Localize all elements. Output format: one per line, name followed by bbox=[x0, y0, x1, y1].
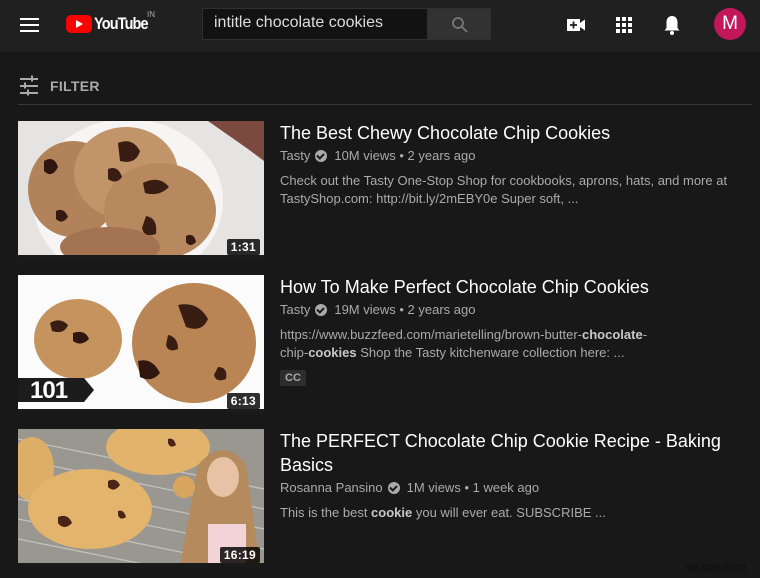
upload-age: 1 week ago bbox=[472, 480, 540, 495]
channel-name[interactable]: Tasty bbox=[280, 302, 310, 317]
description-line: https://www.buzzfeed.com/marietelling/br… bbox=[280, 327, 648, 342]
video-meta: Tasty 10M views • 2 years ago bbox=[280, 148, 750, 163]
video-duration: 1:31 bbox=[226, 239, 260, 255]
video-meta: Tasty 19M views • 2 years ago bbox=[280, 302, 750, 317]
video-thumbnail[interactable]: 101 6:13 bbox=[18, 275, 264, 413]
channel-name[interactable]: Rosanna Pansino bbox=[280, 480, 383, 495]
account-avatar[interactable]: M bbox=[714, 8, 746, 40]
description-line: chip-cookies Shop the Tasty kitchenware … bbox=[280, 345, 625, 360]
video-info: How To Make Perfect Chocolate Chip Cooki… bbox=[280, 275, 750, 386]
watermark: wsxdn.com bbox=[685, 560, 746, 574]
video-title[interactable]: The PERFECT Chocolate Chip Cookie Recipe… bbox=[280, 429, 750, 477]
verified-check-icon bbox=[315, 303, 328, 316]
upload-age: 2 years ago bbox=[407, 302, 476, 317]
description-line: This is the best cookie you will ever ea… bbox=[280, 505, 606, 520]
video-description: Check out the Tasty One-Stop Shop for co… bbox=[280, 172, 750, 208]
series-overlay-text: 101 bbox=[30, 377, 68, 404]
video-duration: 6:13 bbox=[226, 393, 260, 409]
masthead: YouTube IN intitle chocolate cookies M bbox=[0, 0, 760, 52]
logo-country-code: IN bbox=[147, 10, 155, 19]
upload-age: 2 years ago bbox=[407, 148, 476, 163]
search-button[interactable] bbox=[427, 8, 491, 40]
youtube-logo[interactable]: YouTube IN bbox=[66, 10, 157, 35]
channel-name[interactable]: Tasty bbox=[280, 148, 310, 163]
meta-separator: • bbox=[395, 302, 408, 317]
meta-separator: • bbox=[395, 148, 408, 163]
video-info: The PERFECT Chocolate Chip Cookie Recipe… bbox=[280, 429, 750, 522]
video-title[interactable]: How To Make Perfect Chocolate Chip Cooki… bbox=[280, 275, 750, 299]
divider bbox=[18, 104, 752, 105]
search-input[interactable]: intitle chocolate cookies bbox=[202, 8, 427, 40]
menu-icon[interactable] bbox=[20, 15, 40, 35]
filter-sliders-icon bbox=[20, 75, 38, 96]
verified-check-icon bbox=[387, 481, 400, 494]
apps-grid-icon[interactable] bbox=[612, 13, 636, 37]
notifications-bell-icon[interactable] bbox=[660, 13, 684, 37]
video-description: This is the best cookie you will ever ea… bbox=[280, 504, 750, 522]
video-thumbnail[interactable]: 16:19 bbox=[18, 429, 264, 567]
create-video-icon[interactable] bbox=[564, 13, 588, 37]
view-count: 19M views bbox=[334, 302, 396, 317]
video-info: The Best Chewy Chocolate Chip Cookies Ta… bbox=[280, 121, 750, 208]
video-duration: 16:19 bbox=[219, 547, 260, 563]
search-icon bbox=[452, 17, 468, 33]
view-count: 1M views bbox=[406, 480, 461, 495]
youtube-play-icon bbox=[66, 15, 92, 33]
filter-label: FILTER bbox=[50, 78, 100, 94]
video-description: https://www.buzzfeed.com/marietelling/br… bbox=[280, 326, 750, 362]
video-title[interactable]: The Best Chewy Chocolate Chip Cookies bbox=[280, 121, 750, 145]
closed-captions-badge: CC bbox=[280, 370, 306, 386]
description-line: Check out the Tasty One-Stop Shop for co… bbox=[280, 173, 728, 188]
view-count: 10M views bbox=[334, 148, 396, 163]
description-line: TastyShop.com: http://bit.ly/2mEBY0e Sup… bbox=[280, 191, 579, 206]
video-meta: Rosanna Pansino 1M views • 1 week ago bbox=[280, 480, 750, 495]
meta-separator: • bbox=[460, 480, 473, 495]
verified-check-icon bbox=[315, 149, 328, 162]
logo-text: YouTube bbox=[94, 14, 149, 33]
video-thumbnail[interactable]: 1:31 bbox=[18, 121, 264, 259]
filter-button[interactable]: FILTER bbox=[18, 74, 100, 98]
